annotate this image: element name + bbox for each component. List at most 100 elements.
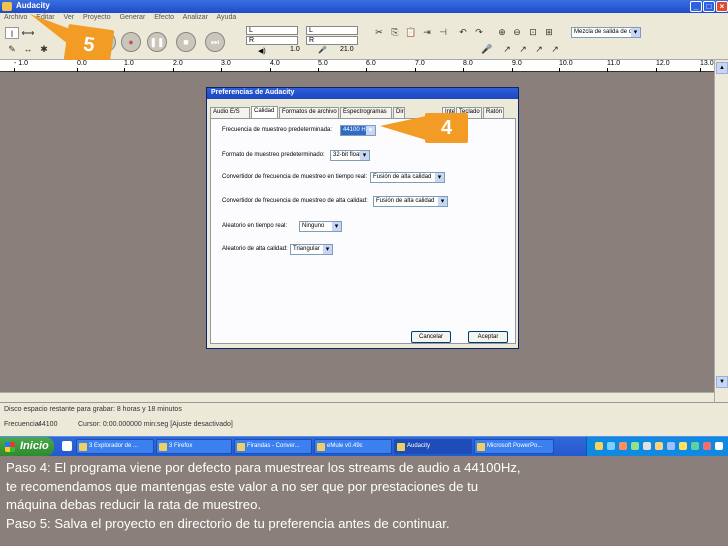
tray-icon[interactable] — [607, 442, 615, 450]
speaker-icon: ◀) — [258, 48, 266, 55]
tray-icon[interactable] — [643, 442, 651, 450]
zoom-out-icon[interactable]: ⊖ — [510, 26, 524, 38]
caption-line: máquina debas reducir la rata de muestre… — [6, 497, 262, 512]
cancel-button[interactable]: Cancelar — [411, 331, 451, 343]
preferences-dialog: Preferencias de Audacity Audio E/S Calid… — [206, 87, 519, 349]
ruler-tick: 10.0 — [559, 60, 573, 72]
rt-converter-label: Convertidor de frecuencia de muestreo en… — [222, 174, 368, 180]
cut-icon[interactable]: ✂ — [372, 26, 386, 38]
rt-converter-select[interactable]: Fusión de alta calidad — [370, 172, 445, 183]
sample-rate-select[interactable]: 44100 Hz — [340, 125, 376, 136]
menu-archivo[interactable]: Archivo — [4, 14, 27, 21]
cursor-status: Cursor: 0:00.000000 min:seg [Ajuste desa… — [78, 421, 233, 428]
output-device-select[interactable]: Mezcla de salida de o — [571, 27, 641, 38]
show-desktop-icon[interactable] — [62, 441, 72, 451]
tray-icon[interactable] — [715, 442, 723, 450]
task-powerpoint[interactable]: Microsoft PowerPo... — [474, 439, 554, 454]
sample-rate-label: Frecuencia de muestreo predeterminada: — [222, 127, 333, 133]
rate-value[interactable]: 44100 — [38, 421, 57, 428]
menu-generar[interactable]: Generar — [120, 14, 146, 21]
menu-proyecto[interactable]: Proyecto — [83, 14, 111, 21]
dialog-title: Preferencias de Audacity — [207, 88, 518, 99]
maximize-button[interactable]: □ — [703, 1, 715, 12]
accept-button[interactable]: Aceptar — [468, 331, 508, 343]
menubar: Archivo Editar Ver Proyecto Generar Efec… — [0, 13, 728, 24]
ruler-tick: 4.0 — [270, 60, 280, 72]
left-meter: L — [246, 26, 298, 35]
tray-icon[interactable] — [703, 442, 711, 450]
timeshift-tool-icon[interactable]: ↔ — [21, 43, 35, 55]
pin3-icon[interactable]: ↗ — [532, 43, 546, 55]
tray-icon[interactable] — [667, 442, 675, 450]
ruler-tick: 13.0 — [700, 60, 714, 72]
mic-icon: 🎤 — [318, 47, 327, 54]
menu-analizar[interactable]: Analizar — [183, 14, 208, 21]
window-title: Audacity — [16, 1, 50, 10]
pin-icon[interactable]: ↗ — [500, 43, 514, 55]
pin2-icon[interactable]: ↗ — [516, 43, 530, 55]
draw-tool-icon[interactable]: ✎ — [5, 43, 19, 55]
hq-converter-label: Convertidor de frecuencia de muestreo de… — [222, 198, 368, 204]
tab-raton[interactable]: Ratón — [483, 107, 504, 118]
preferences-tabs: Audio E/S Calidad Formatos de archivo Es… — [210, 106, 516, 118]
tray-icon[interactable] — [619, 442, 627, 450]
timeline-ruler[interactable]: - 1.0 0.0 1.0 2.0 3.0 4.0 5.0 6.0 7.0 8.… — [0, 60, 714, 72]
sample-format-select[interactable]: 32-bit float — [330, 150, 370, 161]
hq-dither-select[interactable]: Triangular — [290, 244, 333, 255]
play-volume-value: 1.0 — [290, 46, 300, 53]
pause-icon[interactable]: ❚❚ — [147, 32, 167, 52]
tray-icon[interactable] — [679, 442, 687, 450]
undo-icon[interactable]: ↶ — [456, 26, 470, 38]
tray-icon[interactable] — [595, 442, 603, 450]
ruler-tick: 11.0 — [607, 60, 621, 72]
window-titlebar: Audacity _ □ × — [0, 0, 728, 13]
stop-icon[interactable]: ■ — [176, 32, 196, 52]
selection-tool-icon[interactable]: I — [5, 27, 19, 39]
right-meter: R — [246, 36, 298, 45]
caption-line: Paso 4: El programa viene por defecto pa… — [6, 460, 521, 475]
vertical-scrollbar[interactable]: ▲ ▼ — [714, 60, 728, 402]
menu-ayuda[interactable]: Ayuda — [217, 14, 237, 21]
scroll-up-icon[interactable]: ▲ — [716, 62, 728, 74]
skip-end-icon[interactable]: ⏭ — [205, 32, 225, 52]
disk-space-status: Disco espacio restante para grabar: 8 ho… — [4, 406, 182, 413]
ruler-tick: 1.0 — [124, 60, 134, 72]
task-converter[interactable]: Firandas - Conver... — [234, 439, 312, 454]
start-button[interactable]: Inicio — [0, 437, 54, 456]
redo-icon[interactable]: ↷ — [472, 26, 486, 38]
trim-icon[interactable]: ⇥ — [420, 26, 434, 38]
rt-dither-select[interactable]: Ninguno — [299, 221, 342, 232]
minimize-button[interactable]: _ — [690, 1, 702, 12]
menu-efecto[interactable]: Efecto — [154, 14, 174, 21]
multi-tool-icon[interactable]: ✱ — [37, 43, 51, 55]
tray-icon[interactable] — [631, 442, 639, 450]
tray-icon[interactable] — [691, 442, 699, 450]
horizontal-scrollbar[interactable] — [0, 392, 714, 402]
copy-icon[interactable]: ⎘ — [388, 26, 402, 38]
rec-right-meter: R — [306, 36, 358, 45]
quality-panel: Frecuencia de muestreo predeterminada: 4… — [210, 118, 516, 344]
status-bar: Disco espacio restante para grabar: 8 ho… — [0, 402, 728, 436]
silence-icon[interactable]: ⊣ — [436, 26, 450, 38]
tab-formatos[interactable]: Formatos de archivo — [279, 107, 339, 118]
ruler-tick: 12.0 — [656, 60, 670, 72]
ruler-tick: 5.0 — [318, 60, 328, 72]
fit-selection-icon[interactable]: ⊡ — [526, 26, 540, 38]
close-button[interactable]: × — [716, 1, 728, 12]
scroll-down-icon[interactable]: ▼ — [716, 376, 728, 388]
record-icon[interactable]: ● — [121, 32, 141, 52]
zoom-in-icon[interactable]: ⊕ — [495, 26, 509, 38]
fit-project-icon[interactable]: ⊞ — [542, 26, 556, 38]
pin4-icon[interactable]: ↗ — [548, 43, 562, 55]
hq-converter-select[interactable]: Fusión de alta calidad — [373, 196, 448, 207]
tab-calidad[interactable]: Calidad — [251, 106, 278, 118]
task-firefox[interactable]: 3 Firefox — [156, 439, 232, 454]
task-explorer[interactable]: 3 Explorador de ... — [76, 439, 154, 454]
tab-audio[interactable]: Audio E/S — [210, 107, 250, 118]
system-tray — [586, 437, 728, 456]
ruler-tick: - 1.0 — [14, 60, 29, 72]
tray-icon[interactable] — [655, 442, 663, 450]
task-audacity[interactable]: Audacity — [394, 439, 472, 454]
paste-icon[interactable]: 📋 — [404, 26, 418, 38]
task-emule[interactable]: eMule v0.49c — [314, 439, 392, 454]
